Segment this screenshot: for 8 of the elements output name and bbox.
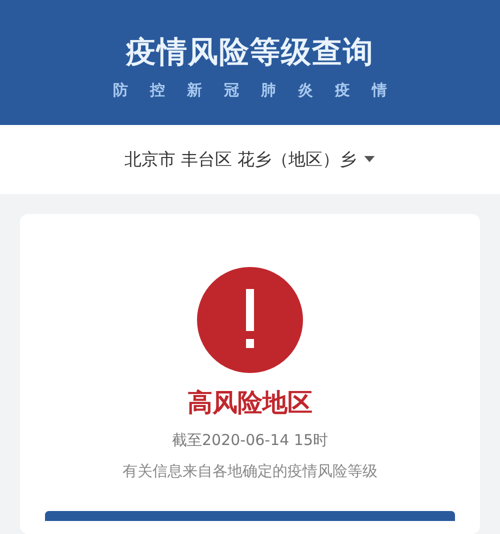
- update-time: 截至2020-06-14 15时: [172, 431, 328, 450]
- risk-level: 高风险地区: [188, 387, 312, 419]
- page-subtitle: 防控新冠肺炎疫情: [113, 80, 409, 100]
- source-note: 有关信息来自各地确定的疫情风险等级: [122, 462, 378, 481]
- location-selector[interactable]: 北京市 丰台区 花乡（地区）乡: [124, 148, 376, 172]
- page-title: 疫情风险等级查询: [126, 34, 374, 72]
- action-bar[interactable]: [45, 511, 455, 521]
- caret-icon: [364, 156, 376, 164]
